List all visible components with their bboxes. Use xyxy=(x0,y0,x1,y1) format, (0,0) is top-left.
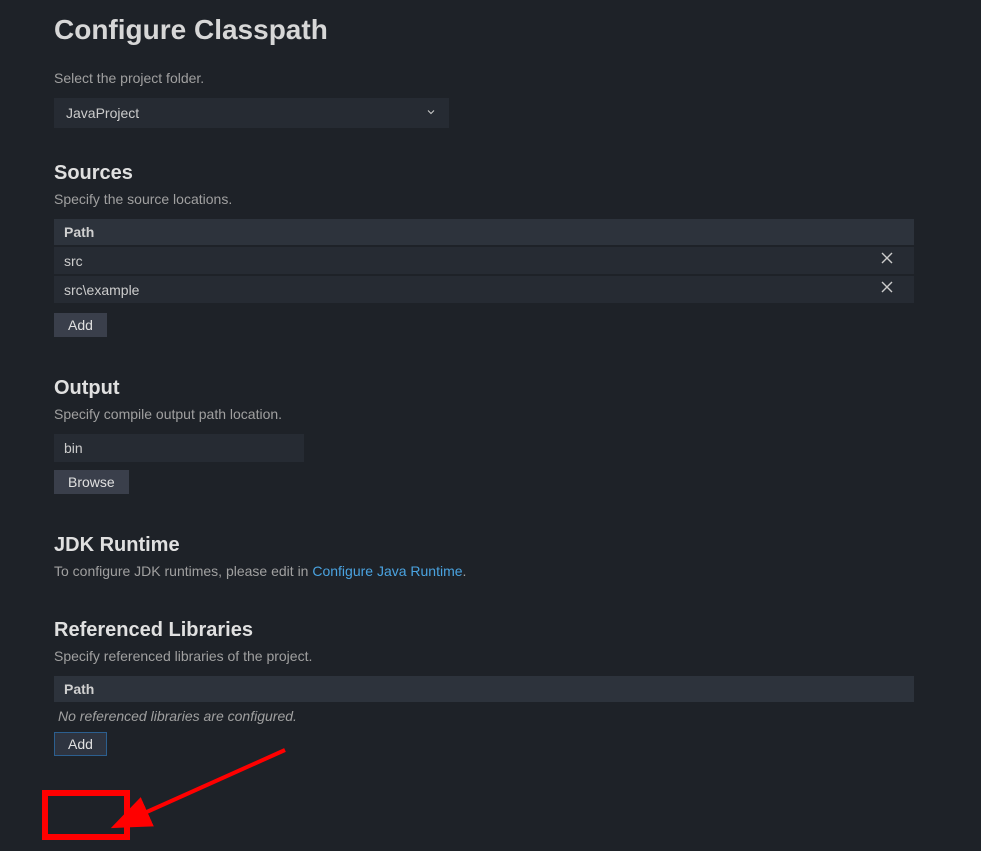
output-title: Output xyxy=(54,377,927,400)
output-desc: Specify compile output path location. xyxy=(54,406,927,422)
close-icon[interactable] xyxy=(870,251,904,270)
jdk-desc-suffix: . xyxy=(463,563,467,579)
sources-add-button[interactable]: Add xyxy=(54,313,107,337)
sources-section: Sources Specify the source locations. Pa… xyxy=(54,162,927,337)
project-select-label: Select the project folder. xyxy=(54,70,927,86)
page-title: Configure Classpath xyxy=(54,14,927,46)
sources-row-path: src\example xyxy=(64,282,139,298)
chevron-down-icon xyxy=(425,105,437,121)
libs-section: Referenced Libraries Specify referenced … xyxy=(54,619,927,756)
jdk-desc-prefix: To configure JDK runtimes, please edit i… xyxy=(54,563,312,579)
project-select-section: Select the project folder. JavaProject xyxy=(54,70,927,128)
project-dropdown-value: JavaProject xyxy=(66,105,139,121)
output-section: Output Specify compile output path locat… xyxy=(54,377,927,494)
sources-col-path: Path xyxy=(54,219,914,245)
jdk-title: JDK Runtime xyxy=(54,534,927,557)
libs-add-button[interactable]: Add xyxy=(54,732,107,756)
sources-table: Path src src\example xyxy=(54,219,914,303)
sources-row-path: src xyxy=(64,253,83,269)
sources-title: Sources xyxy=(54,162,927,185)
jdk-section: JDK Runtime To configure JDK runtimes, p… xyxy=(54,534,927,579)
sources-row: src xyxy=(54,247,914,274)
output-path-input[interactable]: bin xyxy=(54,434,304,462)
close-icon[interactable] xyxy=(870,280,904,299)
libs-title: Referenced Libraries xyxy=(54,619,927,642)
jdk-desc: To configure JDK runtimes, please edit i… xyxy=(54,563,927,579)
libs-col-path: Path xyxy=(54,676,914,702)
libs-table: Path xyxy=(54,676,914,702)
configure-java-runtime-link[interactable]: Configure Java Runtime xyxy=(312,563,462,579)
libs-empty-message: No referenced libraries are configured. xyxy=(54,702,927,728)
project-dropdown[interactable]: JavaProject xyxy=(54,98,449,128)
annotation-highlight xyxy=(42,790,130,840)
sources-desc: Specify the source locations. xyxy=(54,191,927,207)
output-browse-button[interactable]: Browse xyxy=(54,470,129,494)
sources-row: src\example xyxy=(54,276,914,303)
libs-desc: Specify referenced libraries of the proj… xyxy=(54,648,927,664)
